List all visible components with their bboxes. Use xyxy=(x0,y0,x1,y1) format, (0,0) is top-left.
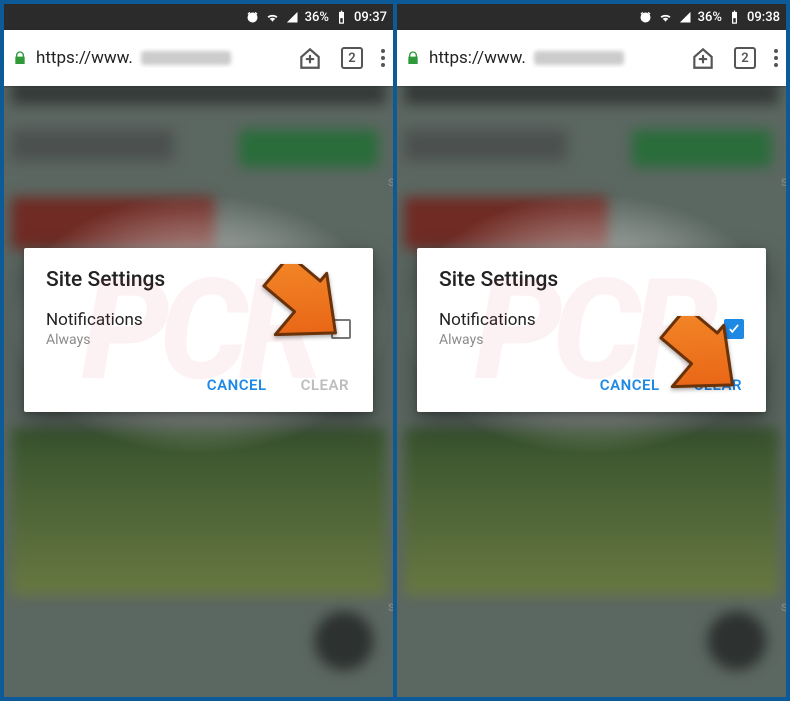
kebab-icon[interactable] xyxy=(381,49,385,67)
url-field[interactable]: https://www. xyxy=(405,48,682,68)
wifi-icon xyxy=(265,10,280,25)
url-bar[interactable]: https://www. 2 xyxy=(4,30,393,86)
battery-pct: 36% xyxy=(698,10,722,25)
row-label: Notifications xyxy=(439,310,536,330)
status-bar: 36% 09:38 xyxy=(397,4,786,30)
row-sublabel: Always xyxy=(46,332,143,348)
tab-count-value: 2 xyxy=(741,51,748,66)
wifi-icon xyxy=(658,10,673,25)
lock-icon xyxy=(405,50,421,66)
battery-icon xyxy=(727,10,742,25)
screenshot-left: 36% 09:37 https://www. 2 xyxy=(4,4,393,697)
home-add-icon[interactable] xyxy=(690,45,716,71)
clock: 09:38 xyxy=(747,10,780,25)
url-scheme: https://www. xyxy=(36,48,133,68)
alarm-icon xyxy=(638,10,653,25)
signal-icon xyxy=(678,10,693,25)
annotation-arrow xyxy=(643,316,753,406)
url-bar[interactable]: https://www. 2 xyxy=(397,30,786,86)
battery-pct: 36% xyxy=(305,10,329,25)
signal-icon xyxy=(285,10,300,25)
lock-icon xyxy=(12,50,28,66)
row-sublabel: Always xyxy=(439,332,536,348)
url-field[interactable]: https://www. xyxy=(12,48,289,68)
clock: 09:37 xyxy=(354,10,387,25)
alarm-icon xyxy=(245,10,260,25)
tab-switcher[interactable]: 2 xyxy=(341,47,363,69)
dialog-title: Site Settings xyxy=(439,268,744,292)
tab-switcher[interactable]: 2 xyxy=(734,47,756,69)
tab-count-value: 2 xyxy=(348,51,355,66)
url-host-redacted xyxy=(141,51,231,65)
status-bar: 36% 09:37 xyxy=(4,4,393,30)
clear-button[interactable]: CLEAR xyxy=(299,370,351,400)
annotation-arrow xyxy=(246,264,356,354)
url-scheme: https://www. xyxy=(429,48,526,68)
row-label: Notifications xyxy=(46,310,143,330)
home-add-icon[interactable] xyxy=(297,45,323,71)
kebab-icon[interactable] xyxy=(774,49,778,67)
cancel-button[interactable]: CANCEL xyxy=(205,370,269,400)
url-host-redacted xyxy=(534,51,624,65)
battery-icon xyxy=(334,10,349,25)
screenshot-right: 36% 09:38 https://www. 2 xyxy=(397,4,786,697)
